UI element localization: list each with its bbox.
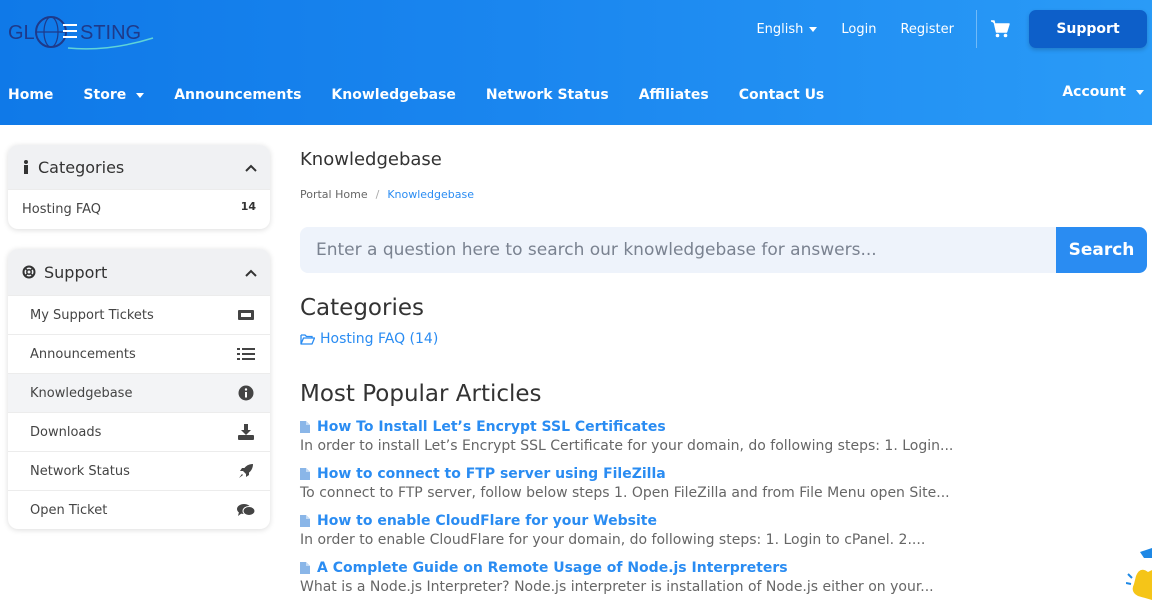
rocket-icon bbox=[236, 463, 256, 479]
nav-home[interactable]: Home bbox=[8, 87, 53, 103]
article-description: What is a Node.js Interpreter? Node.js i… bbox=[300, 579, 934, 595]
categories-heading: Categories bbox=[300, 295, 424, 321]
breadcrumb-portal-home[interactable]: Portal Home bbox=[300, 188, 368, 201]
info-circle-icon bbox=[236, 385, 256, 401]
chevron-up-icon[interactable] bbox=[244, 158, 258, 177]
article-description: In order to install Let’s Encrypt SSL Ce… bbox=[300, 438, 954, 454]
sidebar-item-knowledgebase[interactable]: Knowledgebase bbox=[8, 373, 270, 412]
language-selector[interactable]: English bbox=[756, 21, 818, 37]
category-item-label: Hosting FAQ bbox=[22, 202, 102, 217]
article-item: How to enable CloudFlare for your Websit… bbox=[300, 513, 1147, 548]
popular-articles-heading: Most Popular Articles bbox=[300, 381, 542, 407]
sidebar-item-label: Downloads bbox=[30, 424, 102, 440]
header-divider bbox=[976, 10, 977, 48]
categories-panel-header[interactable]: Categories bbox=[8, 145, 270, 189]
ticket-icon bbox=[236, 307, 256, 323]
article-title: How to connect to FTP server using FileZ… bbox=[317, 466, 666, 482]
language-label: English bbox=[756, 21, 804, 37]
file-icon bbox=[300, 421, 310, 433]
support-panel: Support My Support Tickets Announcements… bbox=[8, 249, 270, 529]
list-icon bbox=[236, 346, 256, 362]
folder-open-icon bbox=[300, 334, 315, 345]
chevron-down-icon bbox=[809, 26, 818, 32]
site-logo[interactable]: GL STING bbox=[8, 12, 158, 52]
nav-announcements[interactable]: Announcements bbox=[174, 87, 301, 103]
sidebar-item-label: Announcements bbox=[30, 346, 136, 362]
nav-store[interactable]: Store bbox=[83, 87, 145, 103]
site-header: GL STING English Login Register Support bbox=[0, 0, 1152, 125]
chat-widget-icon[interactable] bbox=[1125, 548, 1152, 600]
kb-search-button[interactable]: Search bbox=[1056, 227, 1147, 273]
sidebar-item-label: Knowledgebase bbox=[30, 385, 133, 401]
breadcrumb-knowledgebase[interactable]: Knowledgebase bbox=[387, 188, 474, 201]
file-icon bbox=[300, 468, 310, 480]
cart-icon[interactable] bbox=[989, 19, 1011, 39]
nav-store-label: Store bbox=[83, 87, 127, 103]
article-description: In order to enable CloudFlare for your d… bbox=[300, 532, 926, 548]
svg-text:STING: STING bbox=[80, 22, 141, 44]
sidebar-item-label: Open Ticket bbox=[30, 502, 108, 518]
support-panel-header[interactable]: Support bbox=[8, 249, 270, 295]
life-ring-icon bbox=[22, 265, 36, 279]
sidebar-item-label: My Support Tickets bbox=[30, 307, 154, 323]
info-icon bbox=[22, 160, 30, 174]
main-content: Knowledgebase Portal Home / Knowledgebas… bbox=[300, 145, 1147, 595]
svg-text:GL: GL bbox=[8, 22, 35, 44]
sidebar-item-my-support-tickets[interactable]: My Support Tickets bbox=[8, 295, 270, 334]
article-link[interactable]: A Complete Guide on Remote Usage of Node… bbox=[300, 560, 1147, 576]
article-item: A Complete Guide on Remote Usage of Node… bbox=[300, 560, 1147, 595]
categories-panel-title: Categories bbox=[38, 157, 125, 177]
kb-search-input[interactable] bbox=[300, 227, 1056, 273]
chevron-up-icon[interactable] bbox=[244, 263, 258, 282]
kb-search-bar: Search bbox=[300, 227, 1147, 273]
nav-contact-us[interactable]: Contact Us bbox=[739, 87, 825, 103]
breadcrumb: Portal Home / Knowledgebase bbox=[300, 188, 1147, 201]
article-link[interactable]: How to connect to FTP server using FileZ… bbox=[300, 466, 1147, 482]
support-panel-title: Support bbox=[44, 262, 108, 282]
file-icon bbox=[300, 562, 310, 574]
sidebar-item-network-status[interactable]: Network Status bbox=[8, 451, 270, 490]
nav-affiliates[interactable]: Affiliates bbox=[639, 87, 709, 103]
category-count-badge: 14 bbox=[240, 200, 256, 213]
category-link-label: Hosting FAQ (14) bbox=[320, 331, 439, 347]
file-icon bbox=[300, 515, 310, 527]
sidebar-item-downloads[interactable]: Downloads bbox=[8, 412, 270, 451]
register-link[interactable]: Register bbox=[900, 22, 954, 37]
article-title: How To Install Let’s Encrypt SSL Certifi… bbox=[317, 419, 666, 435]
article-item: How To Install Let’s Encrypt SSL Certifi… bbox=[300, 419, 1147, 454]
category-link-hosting-faq[interactable]: Hosting FAQ (14) bbox=[300, 331, 1147, 347]
account-label: Account bbox=[1062, 84, 1126, 100]
article-title: A Complete Guide on Remote Usage of Node… bbox=[317, 560, 788, 576]
chevron-down-icon bbox=[136, 92, 145, 98]
sidebar-item-label: Network Status bbox=[30, 463, 130, 479]
breadcrumb-separator: / bbox=[375, 188, 380, 201]
comments-icon bbox=[236, 502, 256, 518]
article-description: To connect to FTP server, follow below s… bbox=[300, 485, 950, 501]
article-item: How to connect to FTP server using FileZ… bbox=[300, 466, 1147, 501]
main-nav: Home Store Announcements Knowledgebase N… bbox=[8, 84, 1144, 106]
category-item-hosting-faq[interactable]: Hosting FAQ 14 bbox=[8, 189, 270, 229]
sidebar-item-announcements[interactable]: Announcements bbox=[8, 334, 270, 373]
page-title: Knowledgebase bbox=[300, 149, 442, 170]
categories-panel: Categories Hosting FAQ 14 bbox=[8, 145, 270, 229]
article-title: How to enable CloudFlare for your Websit… bbox=[317, 513, 657, 529]
support-button[interactable]: Support bbox=[1029, 10, 1147, 48]
chevron-down-icon bbox=[1136, 89, 1144, 95]
sidebar-item-open-ticket[interactable]: Open Ticket bbox=[8, 490, 270, 529]
account-menu[interactable]: Account bbox=[1062, 84, 1144, 100]
download-icon bbox=[236, 424, 256, 440]
nav-network-status[interactable]: Network Status bbox=[486, 87, 609, 103]
article-link[interactable]: How to enable CloudFlare for your Websit… bbox=[300, 513, 1147, 529]
article-link[interactable]: How To Install Let’s Encrypt SSL Certifi… bbox=[300, 419, 1147, 435]
login-link[interactable]: Login bbox=[841, 22, 876, 37]
nav-knowledgebase[interactable]: Knowledgebase bbox=[331, 87, 456, 103]
